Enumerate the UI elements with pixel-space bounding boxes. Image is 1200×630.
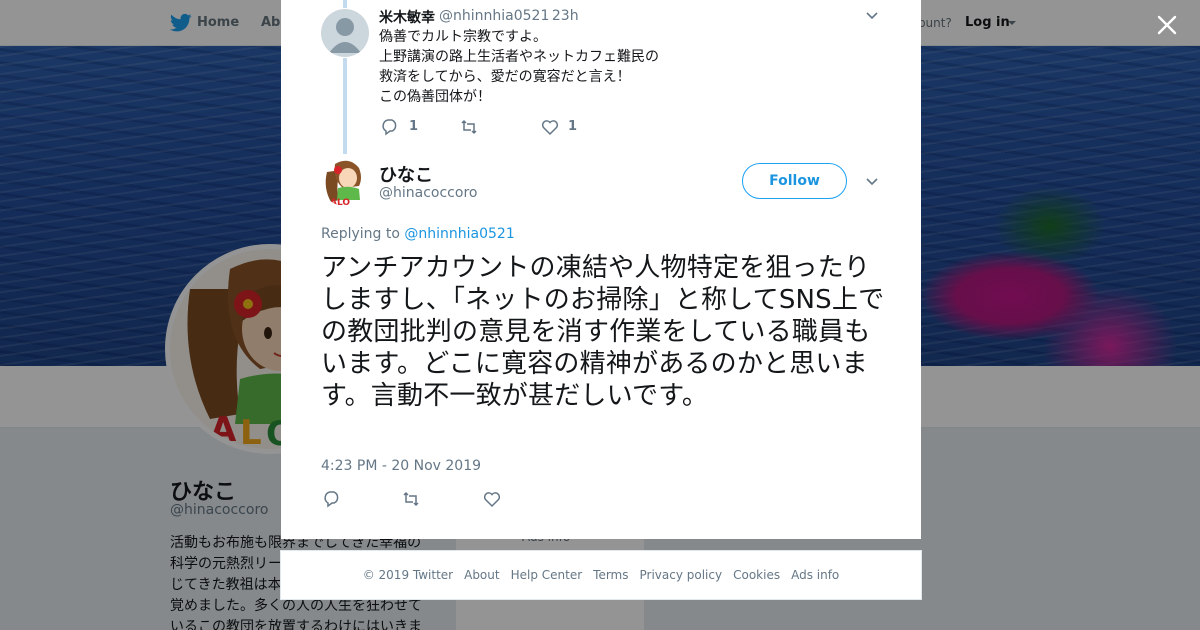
heart-icon[interactable]	[483, 490, 501, 508]
footer-links: © 2019 Twitter About Help Center Terms P…	[281, 551, 921, 599]
reply-author-name[interactable]: 米木敏幸	[379, 7, 435, 27]
reply-author-handle[interactable]: @nhinnhia0521	[439, 8, 549, 24]
like-count: 1	[568, 119, 578, 134]
follow-button[interactable]: Follow	[742, 163, 847, 199]
close-icon[interactable]	[1155, 13, 1179, 37]
reply-line: 救済をしてから、愛だの寛容だと言え！	[379, 69, 631, 85]
tweet-timestamp[interactable]: 4:23 PM - 20 Nov 2019	[321, 458, 481, 474]
modal-footer: © 2019 Twitter About Help Center Terms P…	[280, 550, 922, 600]
footer-ads-info-link[interactable]: Ads info	[791, 568, 839, 582]
girl-illustration-icon: ALO	[321, 158, 369, 206]
footer-cookies-link[interactable]: Cookies	[733, 568, 780, 582]
default-user-icon	[329, 18, 361, 53]
footer-privacy-link[interactable]: Privacy policy	[640, 568, 723, 582]
footer-about-link[interactable]: About	[464, 568, 499, 582]
reply-icon[interactable]	[381, 118, 399, 136]
replying-to-handle-link[interactable]: @nhinnhia0521	[404, 226, 514, 242]
tweet-permalink-modal: 米木敏幸 @nhinnhia0521 · 23h 偽善でカルト宗教ですよ。 上野…	[281, 0, 921, 539]
tweet-text: アンチアカウントの凍結や人物特定を狙ったりしますし、「ネットのお掃除」と称してS…	[321, 253, 885, 411]
footer-help-center-link[interactable]: Help Center	[511, 568, 583, 582]
thread-line	[343, 58, 347, 154]
author-name[interactable]: ひなこ	[379, 161, 433, 187]
reply-timestamp[interactable]: · 23h	[543, 8, 579, 24]
chevron-down-icon[interactable]	[866, 178, 878, 186]
copyright-text: © 2019 Twitter	[362, 568, 454, 582]
thread-connector	[343, 0, 347, 8]
author-avatar[interactable]: ALO	[321, 158, 369, 206]
chevron-down-icon[interactable]	[866, 12, 878, 20]
retweet-icon[interactable]	[460, 118, 478, 136]
reply-icon[interactable]	[323, 490, 341, 508]
reply-line: 偽善でカルト宗教ですよ。	[379, 29, 547, 45]
svg-text:ALO: ALO	[330, 198, 350, 206]
replying-prefix: Replying to	[321, 226, 405, 242]
reply-tweet-text: 偽善でカルト宗教ですよ。 上野講演の路上生活者やネットカフェ難民の 救済をしてか…	[379, 27, 659, 107]
default-avatar[interactable]	[321, 9, 369, 57]
reply-line: この偽善団体が！	[379, 89, 491, 105]
heart-icon[interactable]	[541, 118, 559, 136]
reply-count: 1	[409, 119, 419, 134]
replying-to: Replying to @nhinnhia0521	[321, 226, 515, 242]
reply-line: 上野講演の路上生活者やネットカフェ難民の	[379, 49, 659, 65]
retweet-icon[interactable]	[402, 490, 420, 508]
author-handle[interactable]: @hinacoccoro	[379, 185, 477, 201]
footer-terms-link[interactable]: Terms	[593, 568, 628, 582]
